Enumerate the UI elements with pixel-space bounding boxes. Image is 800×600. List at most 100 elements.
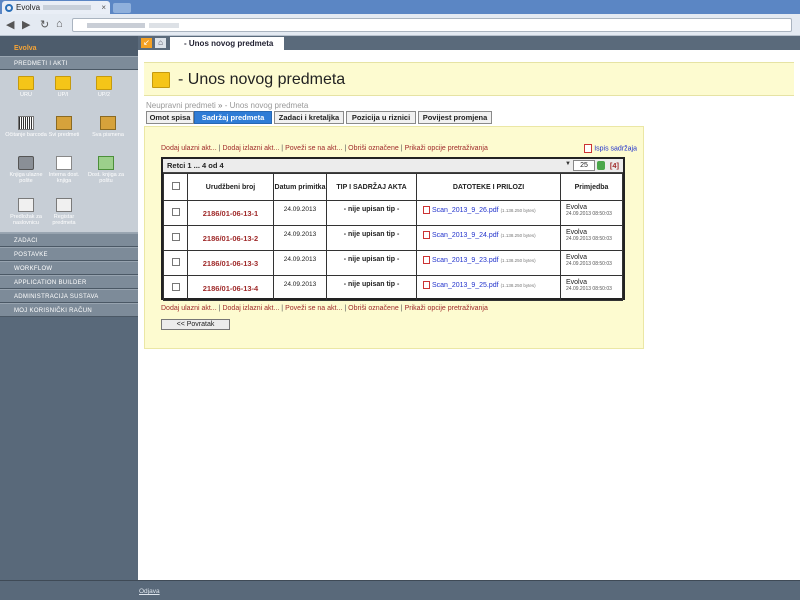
page-tab[interactable]: Sadržaj predmeta [194,111,272,124]
file-link[interactable]: Scan_2013_9_26.pdf [432,207,499,214]
back-arrow-icon[interactable]: ◀ [6,18,14,31]
action-link[interactable]: Dodaj izlazni akt... [222,305,279,312]
table-row[interactable]: 2186/01-06-13-1 24.09.2013- nije upisan t… [163,200,623,226]
side-menu-item[interactable]: MOJ KORISNIČKI RAČUN [0,303,138,317]
home-icon[interactable]: ⌂ [155,38,166,48]
cell-urudzbeni-broj[interactable]: 2186/01-06-13-3 [187,250,274,276]
page-tab[interactable]: Omot spisa [146,111,194,124]
action-link[interactable]: Poveži se na akt... [285,305,342,312]
refresh-icon[interactable] [597,161,605,170]
icon-grid: URU UP/I UP/2 Očitanje barcoda Svi predmeti S… [0,70,138,232]
browser-tab-title: Evolva [16,3,41,12]
sidebar-shortcut[interactable]: Registar predmeta [42,198,86,226]
rows-info: Retci 1 ... 4 od 4 [167,161,224,170]
sidebar-shortcut[interactable]: Dost. knjiga za poštu [84,156,128,184]
pdf-icon [584,144,593,153]
row-checkbox[interactable] [171,283,180,291]
file-size: (1.138.250 bytes) [500,207,536,213]
cell-urudzbeni-broj[interactable]: 2186/01-06-13-4 [187,275,274,301]
sidebar-shortcut[interactable]: Interna dost. knjiga [42,156,86,184]
action-link[interactable]: Obriši označene [348,145,399,152]
side-menu-item[interactable]: WORKFLOW [0,261,138,275]
action-link[interactable]: Prikaži opcije pretraživanja [405,305,488,312]
file-link[interactable]: Scan_2013_9_23.pdf [432,257,499,264]
sidebar-shortcut-clipboard-icon [18,198,34,212]
sidebar-shortcut-label: Knjiga ulazne pošte [9,172,43,184]
table-row[interactable]: 2186/01-06-13-2 24.09.2013- nije upisan t… [163,225,623,251]
app-sidebar: Evolva PREDMETI I AKTI URU UP/I UP/2 Očitan… [0,36,138,580]
cell-urudzbeni-broj[interactable]: 2186/01-06-13-2 [187,225,274,251]
note-author: Evolva [566,204,588,211]
collapse-icon[interactable]: ↙ [141,38,152,48]
cell-primjedba: Evolva 24.09.2013 08:50:03 [560,225,623,251]
forward-arrow-icon[interactable]: ▶ [22,18,30,31]
sidebar-shortcut-printer-icon [18,156,34,170]
section-predmeti-i-akti[interactable]: PREDMETI I AKTI [0,56,138,70]
table-row[interactable]: 2186/01-06-13-4 24.09.2013- nije upisan t… [163,275,623,301]
row-checkbox[interactable] [171,233,180,241]
page-title: - Unos novog predmeta [178,71,346,88]
close-icon[interactable]: × [101,1,106,14]
file-link[interactable]: Scan_2013_9_24.pdf [432,232,499,239]
file-link[interactable]: Scan_2013_9_25.pdf [432,282,499,289]
sidebar-shortcut-label: Dost. knjiga za poštu [87,172,125,184]
main-tab-strip: ↙ ⌂ - Unos novog predmeta [138,36,800,50]
reload-icon[interactable]: ↻ [40,18,49,31]
col-datoteke[interactable]: DATOTEKE I PRILOZI [416,173,561,201]
side-menu-item[interactable]: POSTAVKE [0,247,138,261]
select-all-checkbox[interactable] [171,182,180,190]
sidebar-shortcut-clipboard-icon [56,198,72,212]
chevron-down-icon[interactable]: ▼ [565,161,571,167]
action-link[interactable]: Obriši označene [348,305,399,312]
action-link[interactable]: Poveži se na akt... [285,145,342,152]
sidebar-shortcut[interactable]: UP/I [41,76,85,98]
page-size-input[interactable]: 25 [573,160,595,171]
breadcrumb-item[interactable]: Neupravni predmeti [146,101,216,110]
note-time: 24.09.2013 08:50:03 [566,211,612,217]
sidebar-shortcut-barcode-icon [18,116,34,130]
page-tab[interactable]: Pozicija u riznici [346,111,416,124]
footer-bar: Odjava [0,580,800,600]
logout-link[interactable]: Odjava [139,588,160,595]
file-size: (1.138.250 bytes) [500,232,536,238]
cell-urudzbeni-broj[interactable]: 2186/01-06-13-1 [187,200,274,226]
back-button[interactable]: << Povratak [161,319,230,330]
row-checkbox[interactable] [171,258,180,266]
col-datum-primitka[interactable]: Datum primitka [273,173,327,201]
breadcrumb-current: - Unos novog predmeta [224,101,309,110]
row-select-cell [163,250,188,276]
table-row[interactable]: 2186/01-06-13-3 24.09.2013- nije upisan t… [163,250,623,276]
side-menu-item[interactable]: ADMINISTRACIJA SUSTAVA [0,289,138,303]
action-link[interactable]: Dodaj ulazni akt... [161,305,217,312]
documents-table: Retci 1 ... 4 od 4 ▼ 25 [4] Urudžbeni br… [161,157,625,301]
address-bar[interactable] [72,18,792,32]
sidebar-shortcut[interactable]: UP/2 [82,76,126,98]
main-tab-unos[interactable]: - Unos novog predmeta [170,37,284,50]
action-link[interactable]: Dodaj izlazni akt... [222,145,279,152]
action-separator: | [400,305,403,312]
col-urudzbeni-broj[interactable]: Urudžbeni broj [187,173,274,201]
cell-datoteka: Scan_2013_9_23.pdf (1.138.250 bytes) [416,250,561,276]
action-link[interactable]: Dodaj ulazni akt... [161,145,217,152]
row-checkbox[interactable] [171,208,180,216]
side-menu-item[interactable]: APPLICATION BUILDER [0,275,138,289]
print-content-link[interactable]: Ispis sadržaja [584,144,637,153]
page-tab[interactable]: Povijest promjena [418,111,492,124]
col-tip-sadrzaj[interactable]: TIP I SADRŽAJ AKTA [326,173,417,201]
home-icon[interactable]: ⌂ [56,18,63,30]
new-tab-button[interactable] [113,3,131,13]
sidebar-shortcut[interactable]: Sva pismena [86,116,130,138]
col-primjedba[interactable]: Primjedba [560,173,623,201]
sidebar-shortcut-label: URU [20,92,32,98]
sidebar-shortcut-label: Svi predmeti [48,132,80,138]
redacted-text [43,5,92,11]
file-size: (1.138.250 bytes) [500,282,536,288]
side-menu-item[interactable]: ZADACI [0,233,138,247]
sidebar-shortcut-label: UP/2 [97,92,111,98]
browser-tab[interactable]: Evolva × [2,1,110,14]
sidebar-shortcut[interactable]: Svi predmeti [42,116,86,138]
breadcrumb: Neupravni predmeti » - Unos novog predme… [146,101,308,110]
action-link[interactable]: Prikaži opcije pretraživanja [405,145,488,152]
page-tab[interactable]: Zadaci i kretaljka [274,111,344,124]
cell-datum: 24.09.2013 [273,275,327,301]
